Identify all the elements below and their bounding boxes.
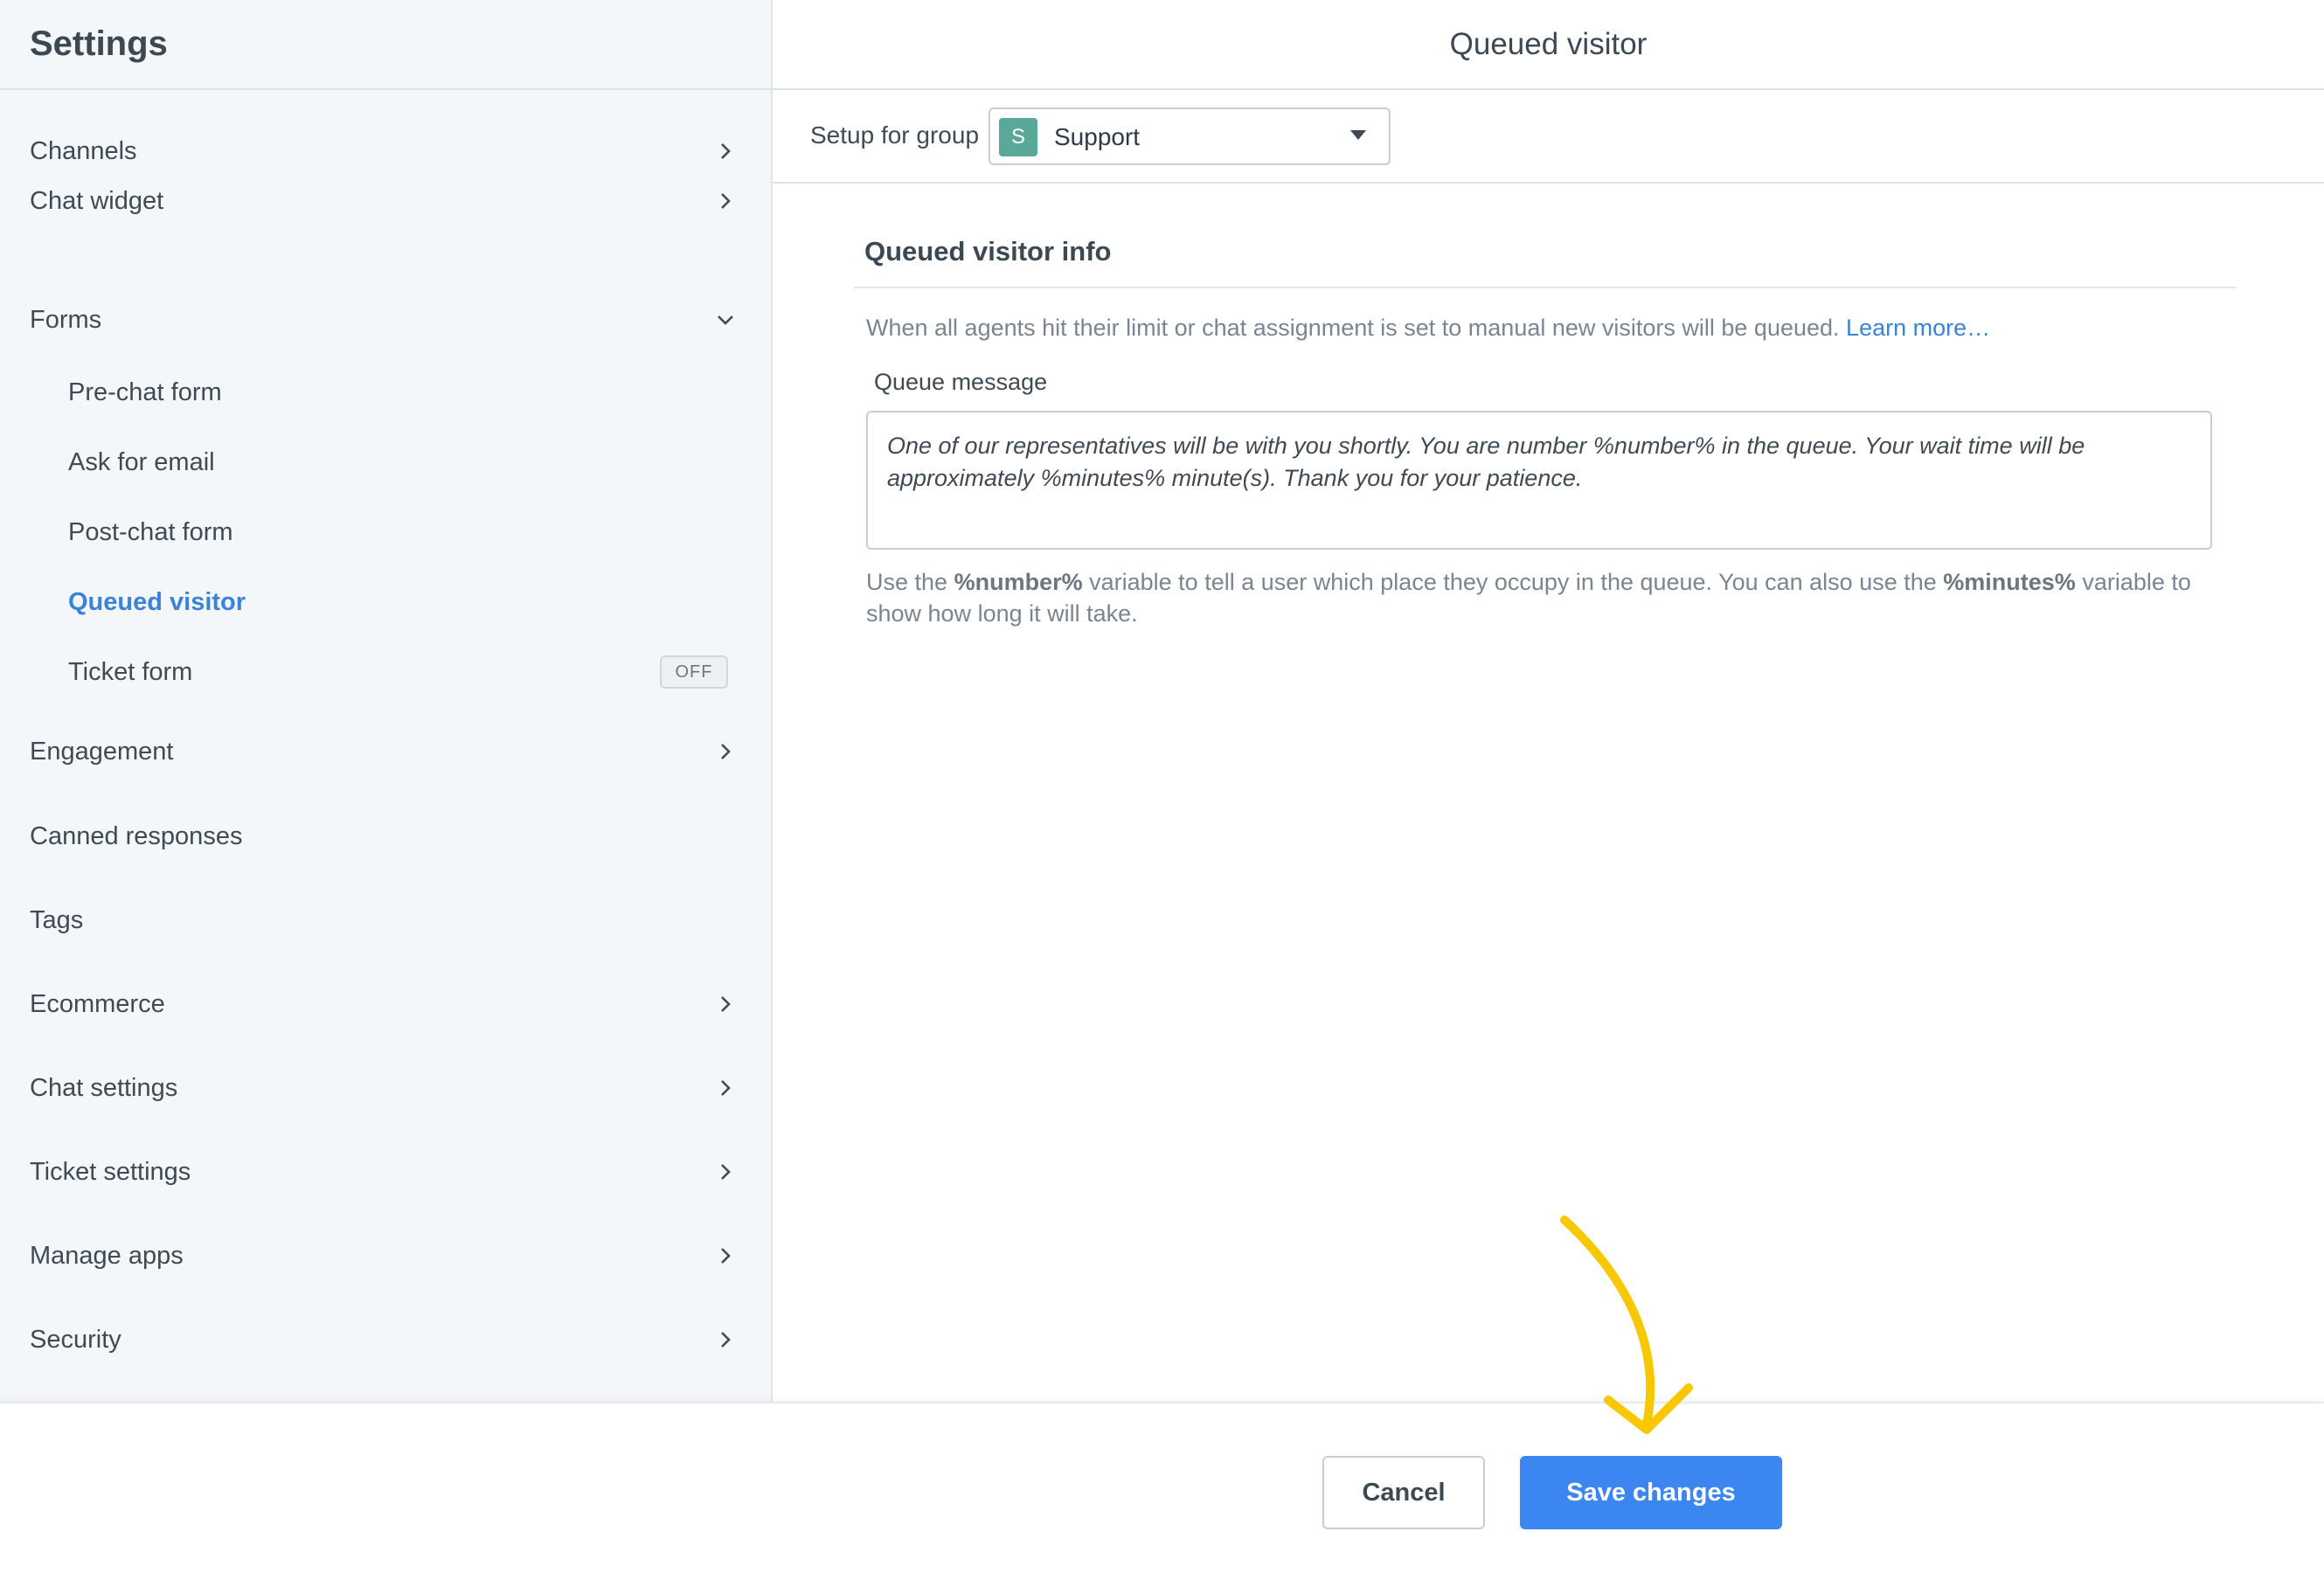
sidebar-item-label: Ticket form [68, 657, 193, 686]
learn-more-link[interactable]: Learn more… [1846, 315, 1990, 341]
sidebar-item-forms[interactable]: Forms [0, 288, 771, 351]
sidebar-item-manage-apps[interactable]: Manage apps [0, 1224, 771, 1287]
sidebar-item-canned-responses[interactable]: Canned responses [0, 805, 771, 868]
sidebar-item-pre-chat-form[interactable]: Pre-chat form [0, 361, 771, 424]
sidebar-item-tags[interactable]: Tags [0, 889, 771, 952]
sidebar-item-label: Chat settings [30, 1073, 178, 1102]
save-changes-button[interactable]: Save changes [1520, 1456, 1782, 1529]
chevron-right-icon [712, 991, 739, 1017]
sidebar-item-ecommerce[interactable]: Ecommerce [0, 973, 771, 1036]
sidebar-item-label: Engagement [30, 737, 174, 766]
chevron-right-icon [712, 1159, 739, 1185]
sidebar-item-label: Ask for email [68, 447, 215, 476]
page-title: Queued visitor [1449, 26, 1648, 61]
chevron-right-icon [712, 138, 739, 164]
chevron-down-icon [712, 307, 739, 333]
queue-message-textarea[interactable]: One of our representatives will be with … [866, 411, 2212, 550]
sidebar-item-label: Queued visitor [68, 587, 246, 616]
group-select[interactable]: S Support [989, 107, 1391, 165]
footer-bar: Cancel Save changes [0, 1402, 2324, 1580]
sidebar-item-security[interactable]: Security [0, 1308, 771, 1371]
queue-message-label: Queue message [874, 369, 1048, 395]
cancel-button[interactable]: Cancel [1322, 1456, 1485, 1529]
info-text: When all agents hit their limit or chat … [866, 315, 1990, 342]
sidebar-item-chat-widget[interactable]: Chat widget [0, 170, 771, 232]
sidebar-item-label: Ecommerce [30, 989, 165, 1018]
group-selected-value: Support [1054, 123, 1141, 150]
chevron-right-icon [712, 1075, 739, 1101]
sidebar-item-label: Chat widget [30, 186, 164, 215]
main-header: Queued visitor [773, 0, 2324, 90]
settings-sidebar: Settings Channels Chat widget Forms Pre-… [0, 0, 773, 1402]
sidebar-item-label: Security [30, 1325, 121, 1354]
sidebar-item-label: Channels [30, 136, 137, 165]
sidebar-item-label: Forms [30, 305, 102, 334]
sidebar-item-label: Ticket settings [30, 1157, 191, 1186]
sidebar-header: Settings [0, 0, 771, 90]
sidebar-title: Settings [30, 24, 168, 63]
help-text: Use the %number% variable to tell a user… [866, 566, 2212, 629]
caret-down-icon [1350, 130, 1366, 140]
sidebar-item-post-chat-form[interactable]: Post-chat form [0, 501, 771, 564]
section-title: Queued visitor info [864, 236, 1112, 267]
chevron-right-icon [712, 1327, 739, 1353]
help-variable: %minutes% [1943, 569, 2076, 595]
sidebar-item-label: Tags [30, 905, 84, 934]
sidebar-item-ask-for-email[interactable]: Ask for email [0, 431, 771, 494]
group-label: Setup for group [810, 121, 980, 149]
sidebar-item-chat-settings[interactable]: Chat settings [0, 1057, 771, 1119]
group-avatar: S [999, 118, 1037, 156]
sidebar-item-label: Pre-chat form [68, 378, 222, 406]
chevron-right-icon [712, 1243, 739, 1269]
sidebar-item-label: Canned responses [30, 821, 243, 850]
help-variable: %number% [954, 569, 1083, 595]
sidebar-item-queued-visitor[interactable]: Queued visitor [0, 571, 771, 634]
help-text-part: variable to tell a user which place they… [1089, 569, 1937, 595]
sidebar-item-label: Post-chat form [68, 517, 233, 546]
chevron-right-icon [712, 188, 739, 214]
group-setup-row: Setup for group S Support [773, 90, 2324, 184]
main-panel: Queued visitor Setup for group S Support… [773, 0, 2324, 1402]
sidebar-item-label: Manage apps [30, 1241, 184, 1270]
info-text-body: When all agents hit their limit or chat … [866, 315, 1840, 341]
sidebar-item-engagement[interactable]: Engagement [0, 720, 771, 783]
chevron-right-icon [712, 738, 739, 765]
sidebar-item-ticket-settings[interactable]: Ticket settings [0, 1140, 771, 1203]
section-divider [854, 287, 2237, 288]
help-text-part: Use the [866, 569, 948, 595]
off-badge: OFF [660, 655, 728, 689]
sidebar-item-ticket-form[interactable]: Ticket form OFF [0, 641, 771, 703]
